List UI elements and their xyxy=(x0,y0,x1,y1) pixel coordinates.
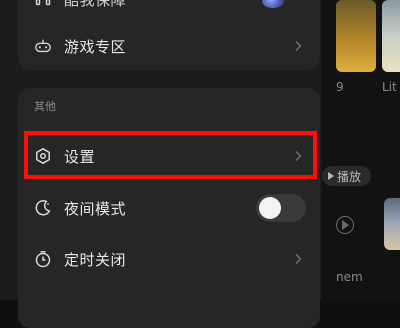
moon-icon xyxy=(34,199,52,217)
menu-item-label: 游戏专区 xyxy=(64,37,127,56)
timer-icon xyxy=(34,250,52,268)
hexagon-settings-icon xyxy=(34,147,52,165)
menu-item-label: 夜间模式 xyxy=(64,199,127,218)
play-label: 播放 xyxy=(337,169,362,184)
play-circle-icon[interactable] xyxy=(336,216,354,234)
toggle-knob xyxy=(259,197,281,219)
album-thumbnail[interactable] xyxy=(336,0,376,72)
chevron-right-icon xyxy=(292,150,304,162)
menu-item-night-mode[interactable]: 夜间模式 xyxy=(18,183,320,233)
chevron-right-icon xyxy=(292,253,304,265)
side-drawer: 酷我保障 游戏专区 其他 设置 xyxy=(0,0,322,328)
section-title-other: 其他 xyxy=(34,100,56,113)
menu-item-timer-off[interactable]: 定时关闭 xyxy=(18,234,320,284)
headset-icon xyxy=(34,0,52,8)
night-mode-toggle[interactable] xyxy=(256,194,306,222)
menu-item-label: 定时关闭 xyxy=(64,250,127,269)
album-thumbnail[interactable] xyxy=(382,0,400,72)
play-icon xyxy=(328,172,334,180)
menu-item-settings[interactable]: 设置 xyxy=(18,131,320,181)
chevron-right-icon xyxy=(292,40,304,52)
menu-item-label: 设置 xyxy=(64,147,96,166)
background-text-fragment: Lit xyxy=(382,80,397,94)
gamepad-icon xyxy=(34,37,52,55)
album-thumbnail[interactable] xyxy=(384,198,400,250)
menu-item-games[interactable]: 游戏专区 xyxy=(18,21,320,71)
play-button[interactable]: 播放 xyxy=(322,166,372,186)
background-text-fragment: 9 xyxy=(336,80,344,94)
background-text-fragment: nem xyxy=(336,270,363,284)
